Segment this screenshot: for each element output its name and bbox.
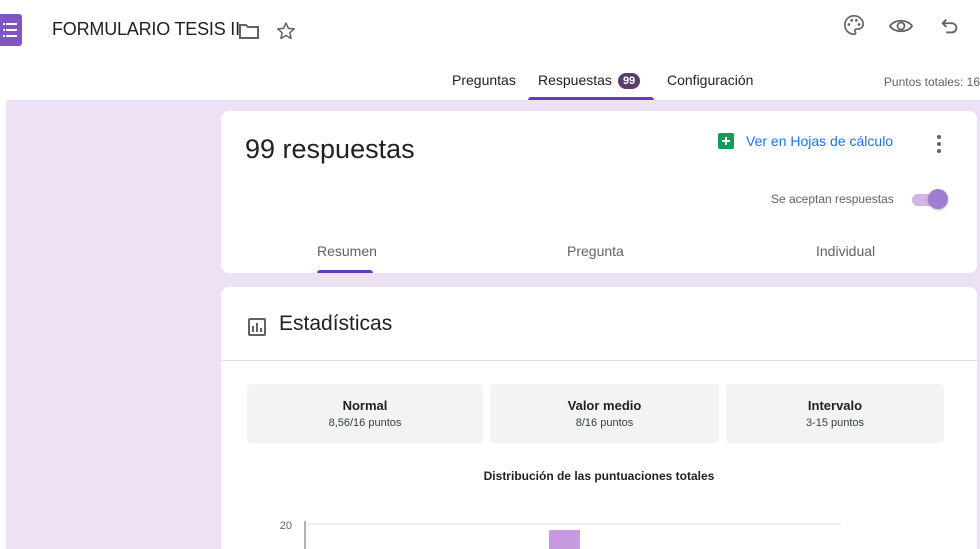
form-title[interactable]: FORMULARIO TESIS II bbox=[52, 19, 240, 40]
statistics-title: Estadísticas bbox=[279, 312, 393, 335]
stat-valor-medio-label: Valor medio bbox=[567, 398, 642, 413]
view-in-sheets-link[interactable]: Ver en Hojas de cálculo bbox=[718, 133, 893, 149]
subtab-resumen[interactable]: Resumen bbox=[317, 243, 377, 259]
subtab-pregunta[interactable]: Pregunta bbox=[567, 243, 624, 259]
stat-intervalo: Intervalo 3-15 puntos bbox=[726, 384, 944, 443]
chart-title: Distribución de las puntuaciones totales bbox=[483, 469, 715, 483]
stat-normal-value: 8,56/16 puntos bbox=[328, 417, 402, 429]
undo-icon[interactable] bbox=[939, 15, 961, 37]
stat-normal-label: Normal bbox=[342, 398, 388, 413]
accepting-responses-label: Se aceptan respuestas bbox=[771, 192, 894, 206]
stat-valor-medio-value: 8/16 puntos bbox=[575, 417, 634, 429]
stat-normal: Normal 8,56/16 puntos bbox=[247, 384, 483, 443]
responses-count-badge: 99 bbox=[617, 73, 641, 89]
main-content: 99 respuestas Ver en Hojas de cálculo Se… bbox=[6, 100, 980, 549]
subtab-individual[interactable]: Individual bbox=[816, 243, 875, 259]
responses-count: 99 respuestas bbox=[245, 134, 415, 164]
preview-eye-icon[interactable] bbox=[889, 16, 913, 36]
statistics-card: Estadísticas Normal 8,56/16 puntos Valor… bbox=[221, 287, 977, 549]
forms-logo-icon[interactable] bbox=[0, 14, 22, 46]
score-distribution-chart: 20 bbox=[280, 520, 841, 549]
tab-respuestas[interactable]: Respuestas 99 bbox=[538, 72, 641, 89]
accepting-responses-toggle[interactable] bbox=[910, 189, 948, 209]
folder-icon[interactable] bbox=[239, 22, 259, 40]
sheets-icon bbox=[718, 133, 734, 149]
tab-respuestas-label: Respuestas bbox=[538, 72, 612, 88]
points-total: Puntos totales: 16 bbox=[883, 75, 980, 89]
stat-valor-medio: Valor medio 8/16 puntos bbox=[490, 384, 719, 443]
tab-configuracion[interactable]: Configuración bbox=[667, 72, 753, 88]
toggle-knob bbox=[928, 189, 948, 209]
palette-icon[interactable] bbox=[843, 14, 865, 36]
more-options-icon[interactable] bbox=[929, 133, 949, 155]
stat-intervalo-value: 3-15 puntos bbox=[805, 417, 865, 429]
divider bbox=[221, 360, 977, 361]
responses-card: 99 respuestas Ver en Hojas de cálculo Se… bbox=[221, 111, 977, 273]
stat-intervalo-label: Intervalo bbox=[807, 398, 863, 413]
top-bar: FORMULARIO TESIS II bbox=[0, 0, 980, 64]
view-in-sheets-label: Ver en Hojas de cálculo bbox=[746, 133, 894, 149]
active-subtab-indicator bbox=[317, 270, 373, 273]
tab-bar: Preguntas Respuestas 99 Configuración Pun… bbox=[0, 64, 980, 100]
y-tick-label: 20 bbox=[280, 520, 292, 532]
star-icon[interactable] bbox=[275, 20, 297, 42]
bar-chart-icon bbox=[248, 318, 266, 336]
bar-partial bbox=[549, 530, 580, 549]
tab-preguntas[interactable]: Preguntas bbox=[452, 72, 516, 88]
